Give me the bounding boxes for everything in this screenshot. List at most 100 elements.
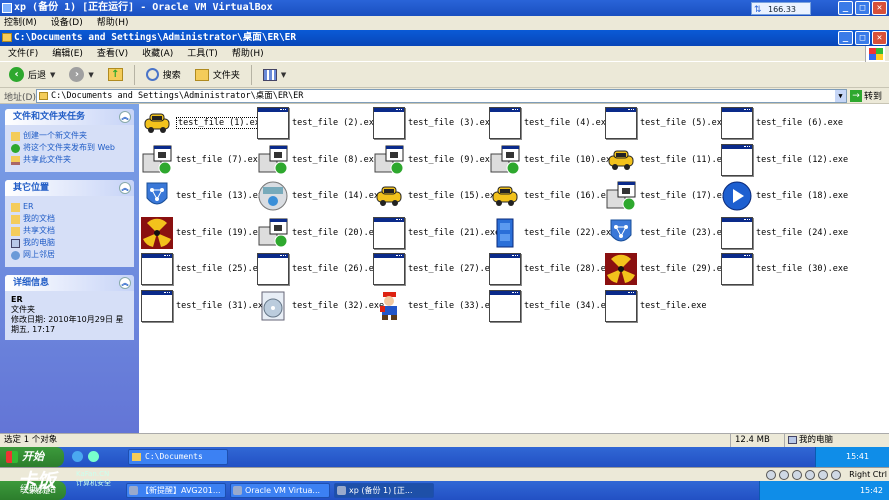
file-item[interactable]: test_file (25).exe (141, 252, 268, 286)
file-item[interactable]: test_file (10).exe (489, 143, 616, 177)
collapse-icon[interactable]: ︽ (119, 111, 131, 123)
file-item[interactable]: test_file (14).exe (257, 179, 384, 213)
host-task-avg[interactable]: 【新提醒】AVG201... (126, 483, 226, 498)
vbox-menu-machine[interactable]: 控制(M) (4, 16, 37, 30)
forward-button[interactable]: › ▼ (66, 64, 96, 86)
chevron-down-icon: ▼ (280, 70, 287, 79)
app-window-icon (605, 107, 637, 139)
details-header[interactable]: 详细信息 ︽ (5, 275, 134, 291)
collapse-icon[interactable]: ︽ (119, 277, 131, 289)
shared-folder-status-icon[interactable] (818, 470, 828, 480)
guest-start-button[interactable]: 开始 (0, 447, 64, 467)
explorer-maximize-button[interactable]: □ (855, 31, 870, 45)
detail-type: 文件夹 (11, 305, 35, 314)
file-item[interactable]: test_file (30).exe (721, 252, 848, 286)
place-network[interactable]: 网上邻居 (11, 250, 128, 260)
menu-edit[interactable]: 编辑(E) (52, 46, 83, 61)
file-item[interactable]: test_file (23).exe (605, 216, 732, 250)
file-item[interactable]: test_file (1).exe (141, 106, 267, 140)
file-item[interactable]: test_file (11).exe (605, 143, 732, 177)
watermark-site-text: KaFan.CN (76, 470, 110, 478)
file-item[interactable]: test_file (19).exe (141, 216, 268, 250)
host-task-virtualbox[interactable]: Oracle VM Virtua... (230, 483, 330, 498)
app-window-icon (721, 216, 753, 249)
file-item[interactable]: test_file (4).exe (489, 106, 611, 140)
file-item[interactable]: test_file (9).exe (373, 143, 495, 177)
views-button[interactable]: ▼ (260, 64, 289, 86)
file-item[interactable]: test_file (33).exe (373, 289, 500, 323)
collapse-icon[interactable]: ︽ (119, 182, 131, 194)
file-item[interactable]: test_file (31).exe (141, 289, 268, 323)
menu-tools[interactable]: 工具(T) (187, 46, 218, 61)
folders-button[interactable]: 文件夹 (192, 64, 243, 86)
file-item[interactable]: test_file (6).exe (721, 106, 843, 140)
cd-status-icon[interactable] (779, 470, 789, 480)
guest-task-explorer[interactable]: C:\Documents and... (128, 449, 228, 475)
other-places-header[interactable]: 其它位置 ︽ (5, 180, 134, 196)
file-item[interactable]: test_file (24).exe (721, 216, 848, 250)
menu-favorites[interactable]: 收藏(A) (142, 46, 173, 61)
computer-icon (788, 436, 797, 444)
file-item[interactable]: test_file (21).exe (373, 216, 500, 250)
vbox-menu-devices[interactable]: 设备(D) (51, 16, 83, 30)
menu-view[interactable]: 查看(V) (97, 46, 128, 61)
address-input[interactable]: C:\Documents and Settings\Administrator\… (36, 89, 847, 103)
up-folder-button[interactable]: ↑ (105, 64, 126, 86)
place-label: 共享文档 (23, 226, 55, 235)
other-places-title: 其它位置 (13, 183, 50, 193)
place-er[interactable]: ER (11, 202, 128, 212)
file-item[interactable]: test_file (22).exe (489, 216, 616, 250)
mouse-capture-icon[interactable] (831, 470, 841, 480)
task-share-folder[interactable]: 共享此文件夹 (11, 155, 128, 165)
task-publish-web[interactable]: 将这个文件夹发布到 Web (11, 143, 128, 153)
file-item[interactable]: test_file (20).exe (257, 216, 384, 250)
file-item[interactable]: test_file (3).exe (373, 106, 495, 140)
file-item[interactable]: test_file (28).exe (489, 252, 616, 286)
file-item[interactable]: test_file (16).exe (489, 179, 616, 213)
file-item[interactable]: test_file (27).exe (373, 252, 500, 286)
search-button[interactable]: 搜索 (143, 64, 184, 86)
file-item[interactable]: test_file (34).exe (489, 289, 616, 323)
file-item[interactable]: test_file (13).exe (141, 179, 268, 213)
file-item[interactable]: test_file (12).exe (721, 143, 848, 177)
file-item[interactable]: test_file (29).exe (605, 252, 732, 286)
explorer-close-button[interactable]: ✕ (872, 31, 887, 45)
new-folder-icon (11, 132, 20, 141)
task-pane: 文件和文件夹任务 ︽ 创建一个新文件夹 将这个文件夹发布到 Web 共享此文件夹 … (0, 104, 139, 433)
media-quicklaunch-icon[interactable] (88, 451, 99, 462)
file-item[interactable]: test_file (26).exe (257, 252, 384, 286)
vbox-minimize-button[interactable]: _ (838, 1, 853, 15)
file-tasks-header[interactable]: 文件和文件夹任务 ︽ (5, 109, 134, 125)
vbox-menu-help[interactable]: 帮助(H) (97, 16, 129, 30)
menu-help[interactable]: 帮助(H) (232, 46, 264, 61)
file-item[interactable]: test_file (2).exe (257, 106, 379, 140)
file-item[interactable]: test_file (18).exe (721, 179, 848, 213)
vbox-close-button[interactable]: ✕ (872, 1, 887, 15)
task-new-folder[interactable]: 创建一个新文件夹 (11, 131, 128, 141)
place-shared-documents[interactable]: 共享文档 (11, 226, 128, 236)
file-name: test_file (29).exe (640, 264, 733, 274)
usb-status-icon[interactable] (792, 470, 802, 480)
address-dropdown-icon[interactable]: ▼ (835, 90, 846, 102)
place-my-documents[interactable]: 我的文档 (11, 214, 128, 224)
vbox-maximize-button[interactable]: □ (855, 1, 870, 15)
back-button[interactable]: ‹ 后退 ▼ (6, 64, 58, 86)
location-status: 我的电脑 (784, 434, 833, 447)
network-status-icon[interactable] (805, 470, 815, 480)
hdd-status-icon[interactable] (766, 470, 776, 480)
file-item[interactable]: test_file (5).exe (605, 106, 727, 140)
go-button[interactable]: → 转到 (850, 89, 882, 102)
menu-file[interactable]: 文件(F) (8, 46, 38, 61)
explorer-minimize-button[interactable]: _ (838, 31, 853, 45)
place-my-computer[interactable]: 我的电脑 (11, 238, 128, 248)
ie-quicklaunch-icon[interactable] (72, 451, 83, 462)
file-item[interactable]: test_file.exe (605, 289, 721, 323)
file-name: test_file (23).exe (640, 227, 733, 238)
file-item[interactable]: test_file (7).exe (141, 143, 263, 177)
host-task-xp-vm[interactable]: xp (备份 1) [正... (334, 483, 434, 498)
app-window-icon (605, 289, 637, 322)
file-item[interactable]: test_file (17).exe (605, 179, 732, 213)
file-item[interactable]: test_file (32).exe (257, 289, 384, 323)
file-item[interactable]: test_file (15).exe (373, 179, 500, 213)
file-item[interactable]: test_file (8).exe (257, 143, 379, 177)
